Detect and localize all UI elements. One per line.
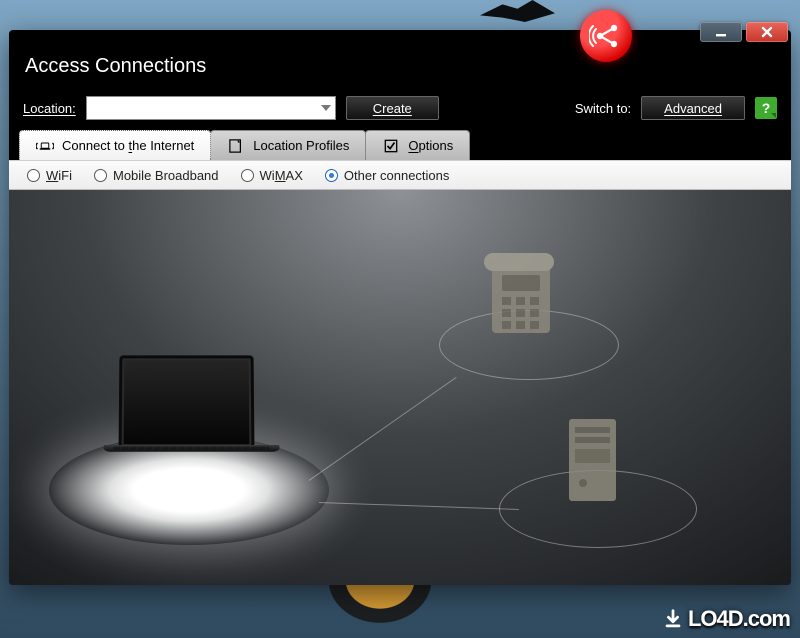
signal-icon (36, 139, 54, 153)
help-icon: ? (762, 100, 771, 116)
radio-mobile-broadband[interactable]: Mobile Broadband (94, 168, 219, 183)
background-parachute (320, 580, 440, 630)
network-diagram (9, 190, 791, 585)
server-tower-icon (565, 415, 620, 505)
radio-wimax[interactable]: WiMAX (241, 168, 303, 183)
chevron-down-icon (321, 105, 331, 111)
tab-profiles-label: Location Profiles (253, 138, 349, 153)
close-button[interactable] (746, 22, 788, 42)
radio-icon (94, 169, 107, 182)
document-icon (227, 139, 245, 153)
dialup-phone-icon (474, 245, 564, 340)
window-title: Access Connections (25, 55, 206, 78)
advanced-label: Advanced (664, 101, 722, 116)
radio-icon (27, 169, 40, 182)
background-bird-silhouette (480, 0, 555, 22)
radio-wifi[interactable]: WiFi (27, 168, 72, 183)
window-titlebar: Access Connections (9, 30, 791, 86)
switch-to-label: Switch to: (575, 101, 631, 116)
watermark: LO4D.com (662, 606, 790, 632)
tab-options[interactable]: Options (365, 130, 470, 160)
radio-icon (241, 169, 254, 182)
app-window: Access Connections Location: Create Swit… (9, 30, 791, 585)
tab-connect-internet[interactable]: Connect to the Internet (19, 130, 211, 160)
radio-mbb-label: Mobile Broadband (113, 168, 219, 183)
window-controls (700, 22, 788, 42)
location-combo[interactable] (86, 96, 336, 120)
tab-connect-label: Connect to the Internet (62, 138, 194, 153)
connection-line (309, 377, 457, 481)
advanced-button[interactable]: Advanced (641, 96, 745, 120)
watermark-text: LO4D.com (688, 606, 790, 632)
radio-wifi-label: WiFi (46, 168, 72, 183)
tab-location-profiles[interactable]: Location Profiles (210, 130, 366, 160)
create-label: Create (373, 101, 412, 116)
help-button[interactable]: ? (755, 97, 777, 119)
download-icon (662, 608, 684, 630)
connection-type-radiobar: WiFi Mobile Broadband WiMAX Other connec… (9, 160, 791, 190)
radio-wimax-label: WiMAX (260, 168, 303, 183)
minimize-button[interactable] (700, 22, 742, 42)
tab-options-label: Options (408, 138, 453, 153)
checkbox-icon (382, 139, 400, 153)
connection-line (319, 502, 519, 510)
radio-other-label: Other connections (344, 168, 450, 183)
location-label: Location: (23, 101, 76, 116)
radio-other-connections[interactable]: Other connections (325, 168, 450, 183)
toolbar: Location: Create Switch to: Advanced ? (9, 86, 791, 130)
tab-strip: Connect to the Internet Location Profile… (9, 130, 791, 160)
create-button[interactable]: Create (346, 96, 439, 120)
radio-icon-selected (325, 169, 338, 182)
beacon-share-icon (580, 10, 632, 62)
laptop-icon (104, 355, 274, 495)
